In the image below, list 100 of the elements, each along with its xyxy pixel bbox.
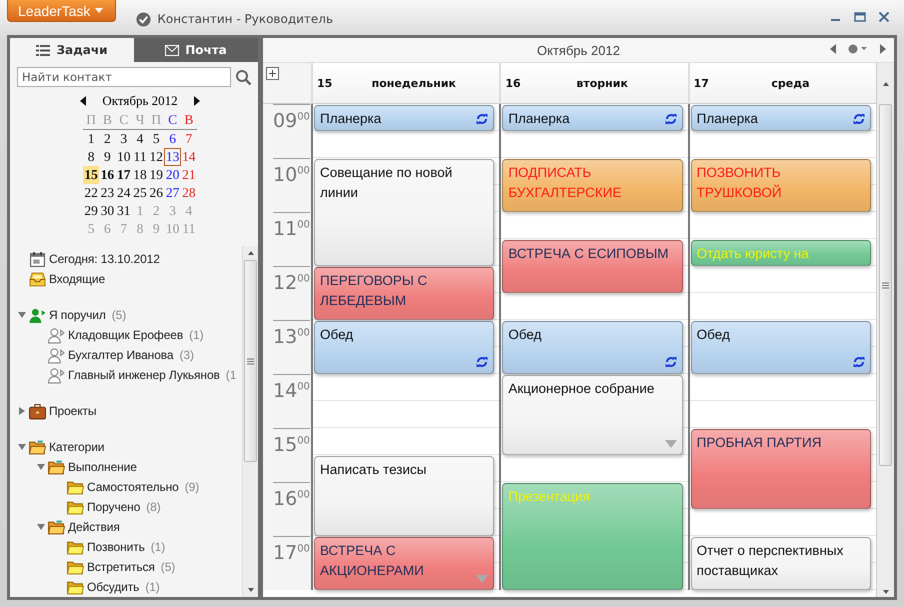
calendar-event[interactable]: ВСТРЕЧА С АКЦИОНЕРАМИ (314, 537, 494, 590)
collapsed-arrow-icon[interactable] (18, 407, 26, 415)
calendar-day[interactable]: 1 (82, 130, 100, 148)
weekday-label: В (99, 111, 116, 130)
calendar-event[interactable]: Обед (690, 321, 871, 374)
calendar-day[interactable]: 4 (132, 130, 148, 148)
calendar-day[interactable]: 2 (99, 130, 116, 148)
month-title: Октябрь 2012 (102, 93, 178, 109)
calendar-day[interactable]: 22 (82, 184, 100, 202)
hour-label: 14$^{00}$ (273, 374, 310, 428)
tree-item[interactable]: Бухгалтер Иванова (68, 348, 174, 362)
calendar-day[interactable]: 7 (180, 130, 198, 148)
weekday-label: Ч (132, 111, 148, 130)
calendar-day[interactable]: 19 (148, 166, 164, 184)
tree-item[interactable]: Сегодня: 13.10.2012 (49, 252, 160, 266)
calendar-day[interactable]: 28 (180, 184, 198, 202)
calendar-day[interactable]: 29 (82, 202, 100, 220)
calendar-day[interactable]: 8 (82, 148, 100, 166)
calendar-day[interactable]: 15 (82, 166, 100, 184)
list-icon (36, 44, 50, 56)
scroll-up-icon[interactable] (882, 80, 890, 88)
tree-item[interactable]: Встретиться (87, 560, 155, 574)
item-count: (1) (145, 580, 160, 594)
contact-search-field[interactable]: Найти контакт (17, 67, 231, 87)
calendar-event[interactable]: Акционерное собрание (502, 375, 683, 455)
expanded-arrow-icon[interactable] (37, 463, 45, 471)
calendar-day[interactable]: 21 (180, 166, 198, 184)
tree-item[interactable]: Категории (49, 440, 104, 454)
day-number: 15 (317, 76, 332, 90)
calendar-event[interactable]: Обед (314, 321, 494, 374)
sidebar-tab[interactable]: Задачи (10, 38, 134, 62)
calendar-day[interactable]: 25 (132, 184, 148, 202)
maximize-icon[interactable] (854, 12, 866, 22)
calendar-day[interactable]: 13 (164, 148, 181, 166)
day-number: 17 (694, 76, 709, 90)
calendar-event[interactable]: Обед (502, 321, 683, 374)
hour-label: 17$^{00}$ (273, 536, 310, 590)
close-icon[interactable] (878, 12, 890, 22)
calendar-day[interactable]: 3 (116, 130, 132, 148)
tree-item[interactable]: Главный инженер Лукьянов (68, 368, 220, 382)
folder-icon (67, 538, 84, 556)
scrollbar[interactable] (242, 246, 258, 597)
calendar-day[interactable]: 9 (99, 148, 116, 166)
calendar-day[interactable]: 11 (132, 148, 148, 166)
next-month-icon[interactable] (194, 96, 200, 106)
previous-icon[interactable] (830, 44, 836, 54)
grip-icon[interactable] (882, 282, 889, 288)
calendar-month-title: Октябрь 2012 (537, 42, 620, 58)
expanded-arrow-icon[interactable] (37, 523, 45, 531)
calendar-day[interactable]: 16 (99, 166, 116, 184)
previous-month-icon[interactable] (80, 96, 86, 106)
weekday-label: П (82, 111, 100, 130)
folder-icon (67, 478, 84, 496)
tree-item[interactable]: Позвонить (87, 540, 145, 554)
calendar-event[interactable]: ВСТРЕЧА С ЕСИПОВЫМ (502, 240, 683, 293)
calendar-day[interactable]: 14 (180, 148, 198, 166)
calendar-day[interactable]: 20 (164, 166, 181, 184)
hour-label: 15$^{00}$ (273, 428, 310, 482)
tree-item[interactable]: Самостоятельно (87, 480, 179, 494)
calendar-day[interactable]: 30 (99, 202, 116, 220)
tree-item[interactable]: Входящие (49, 272, 106, 286)
tree-item[interactable]: Обсудить (87, 580, 140, 594)
tree-item[interactable]: Проекты (49, 404, 96, 418)
calendar-day[interactable]: 10 (116, 148, 132, 166)
calendar-day[interactable]: 27 (164, 184, 181, 202)
folder-icon (67, 578, 84, 596)
calendar-day[interactable]: 24 (116, 184, 132, 202)
calendar-event[interactable]: ПЕРЕГОВОРЫ С ЛЕБЕДЕВЫМ (314, 267, 494, 320)
tree-item[interactable]: Выполнение (68, 460, 137, 474)
grip-icon[interactable] (247, 358, 254, 364)
calendar-day[interactable]: 18 (132, 166, 148, 184)
calendar-event[interactable]: ПРОБНАЯ ПАРТИЯ (690, 429, 871, 509)
calendar-day[interactable]: 23 (99, 184, 116, 202)
calendar-event[interactable]: Планерка (690, 105, 871, 131)
tree-item[interactable]: Я поручил (49, 308, 106, 322)
add-icon[interactable] (266, 67, 279, 80)
calendar-day[interactable]: 5 (148, 130, 164, 148)
tree-item[interactable]: Поручено (87, 500, 140, 514)
calendar-day[interactable]: 26 (148, 184, 164, 202)
calendar-day[interactable]: 17 (116, 166, 132, 184)
calendar-event[interactable]: Планерка (314, 105, 494, 131)
search-icon[interactable] (235, 68, 252, 86)
next-icon[interactable] (880, 44, 886, 54)
expanded-arrow-icon[interactable] (18, 443, 26, 451)
mail-icon (165, 44, 180, 56)
hour-label: 10$^{00}$ (273, 158, 310, 212)
calendar-event[interactable]: Отчет о перспективных поставщиках (690, 537, 871, 590)
calendar-day[interactable]: 31 (116, 202, 132, 220)
scrollbar[interactable] (876, 63, 894, 597)
calendar-day[interactable]: 12 (148, 148, 164, 166)
expanded-arrow-icon[interactable] (18, 311, 26, 319)
calendar-event[interactable]: Написать тезисы (314, 456, 494, 536)
calendar-event[interactable]: Совещание по новой линии (314, 159, 494, 266)
tree-item[interactable]: Кладовщик Ерофеев (68, 328, 184, 342)
calendar-day[interactable]: 6 (164, 130, 181, 148)
calendar-event[interactable]: Планерка (502, 105, 683, 131)
tree-item[interactable]: Действия (68, 520, 120, 534)
item-count: (5) (160, 560, 176, 574)
weekday-label: С (116, 111, 132, 130)
today-dropdown-icon[interactable] (848, 44, 868, 54)
